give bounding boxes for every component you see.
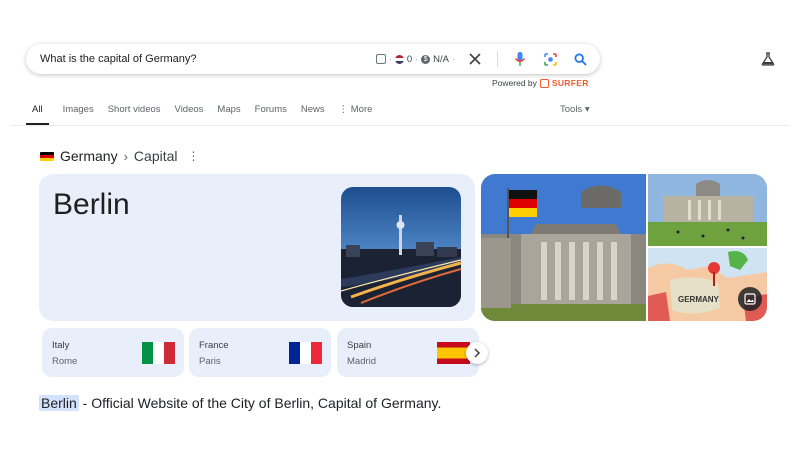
answer-city[interactable]: Berlin [53,188,130,222]
search-icon[interactable] [572,51,588,67]
extension-checkbox[interactable] [375,54,386,64]
snippet-highlight[interactable]: Berlin [39,395,79,411]
extension-value: N/A [433,53,449,65]
extension-widget[interactable]: · 0 · $ N/A · [375,53,455,65]
related-country: Italy [52,340,70,351]
tab-maps[interactable]: Maps [217,104,240,125]
tab-all[interactable]: All [26,104,49,125]
related-italy[interactable]: Italy Rome [42,328,184,377]
surfer-logo-icon [539,78,549,88]
microphone-icon[interactable] [512,51,528,67]
related-capital: Paris [199,356,221,367]
reichstag-photo[interactable] [481,174,646,321]
related-country: France [199,340,229,351]
reichstag-lawn-photo[interactable] [648,174,767,246]
search-bar[interactable]: What is the capital of Germany? · 0 · $ … [26,44,600,74]
related-capital: Madrid [347,356,377,367]
related-france[interactable]: France Paris [189,328,331,377]
answer-card: Berlin [39,174,475,321]
more-options-icon[interactable]: ⋮ [188,149,200,163]
snippet-text: - Official Website of the City of Berlin… [78,395,442,411]
powered-by-label: Powered by [492,78,537,88]
tab-forums[interactable]: Forums [255,104,287,125]
tab-videos[interactable]: Videos [175,104,204,125]
tab-short-videos[interactable]: Short videos [108,104,161,125]
tools-dropdown[interactable]: Tools ▾ [560,104,590,115]
breadcrumb: Germany › Capital ⋮ [40,148,200,164]
tab-news[interactable]: News [301,104,325,125]
city-night-photo[interactable] [341,187,461,307]
powered-by: Powered by SURFER [492,78,589,88]
image-gallery: GERMANY [481,174,767,321]
related-country: Spain [347,340,372,351]
breadcrumb-topic: Capital [133,148,178,164]
result-snippet: Berlin - Official Website of the City of… [39,395,441,411]
search-tabs: All Images Short videos Videos Maps Foru… [26,104,386,125]
search-input[interactable]: What is the capital of Germany? [40,53,376,65]
surfer-brand: SURFER [551,78,589,88]
labs-flask-icon[interactable] [761,52,775,71]
france-flag-icon [289,342,322,364]
related-spain[interactable]: Spain Madrid [337,328,479,377]
dollar-icon: $ [421,54,431,64]
svg-text:GERMANY: GERMANY [678,295,720,304]
germany-flag-icon [40,151,54,161]
search-bar-divider [497,51,498,67]
us-flag-icon [394,54,404,64]
tabs-divider [10,125,790,126]
more-images-icon[interactable] [738,287,762,311]
tab-more[interactable]: ⋮ More [339,104,373,125]
breadcrumb-country[interactable]: Germany [60,148,118,164]
lens-icon[interactable] [542,51,558,67]
clear-icon[interactable] [467,51,483,67]
next-arrow-icon[interactable] [466,342,488,364]
italy-flag-icon [142,342,175,364]
related-capital: Rome [52,356,78,367]
breadcrumb-separator: › [123,148,128,164]
extension-count: 0 [406,53,413,65]
tab-images[interactable]: Images [63,104,94,125]
